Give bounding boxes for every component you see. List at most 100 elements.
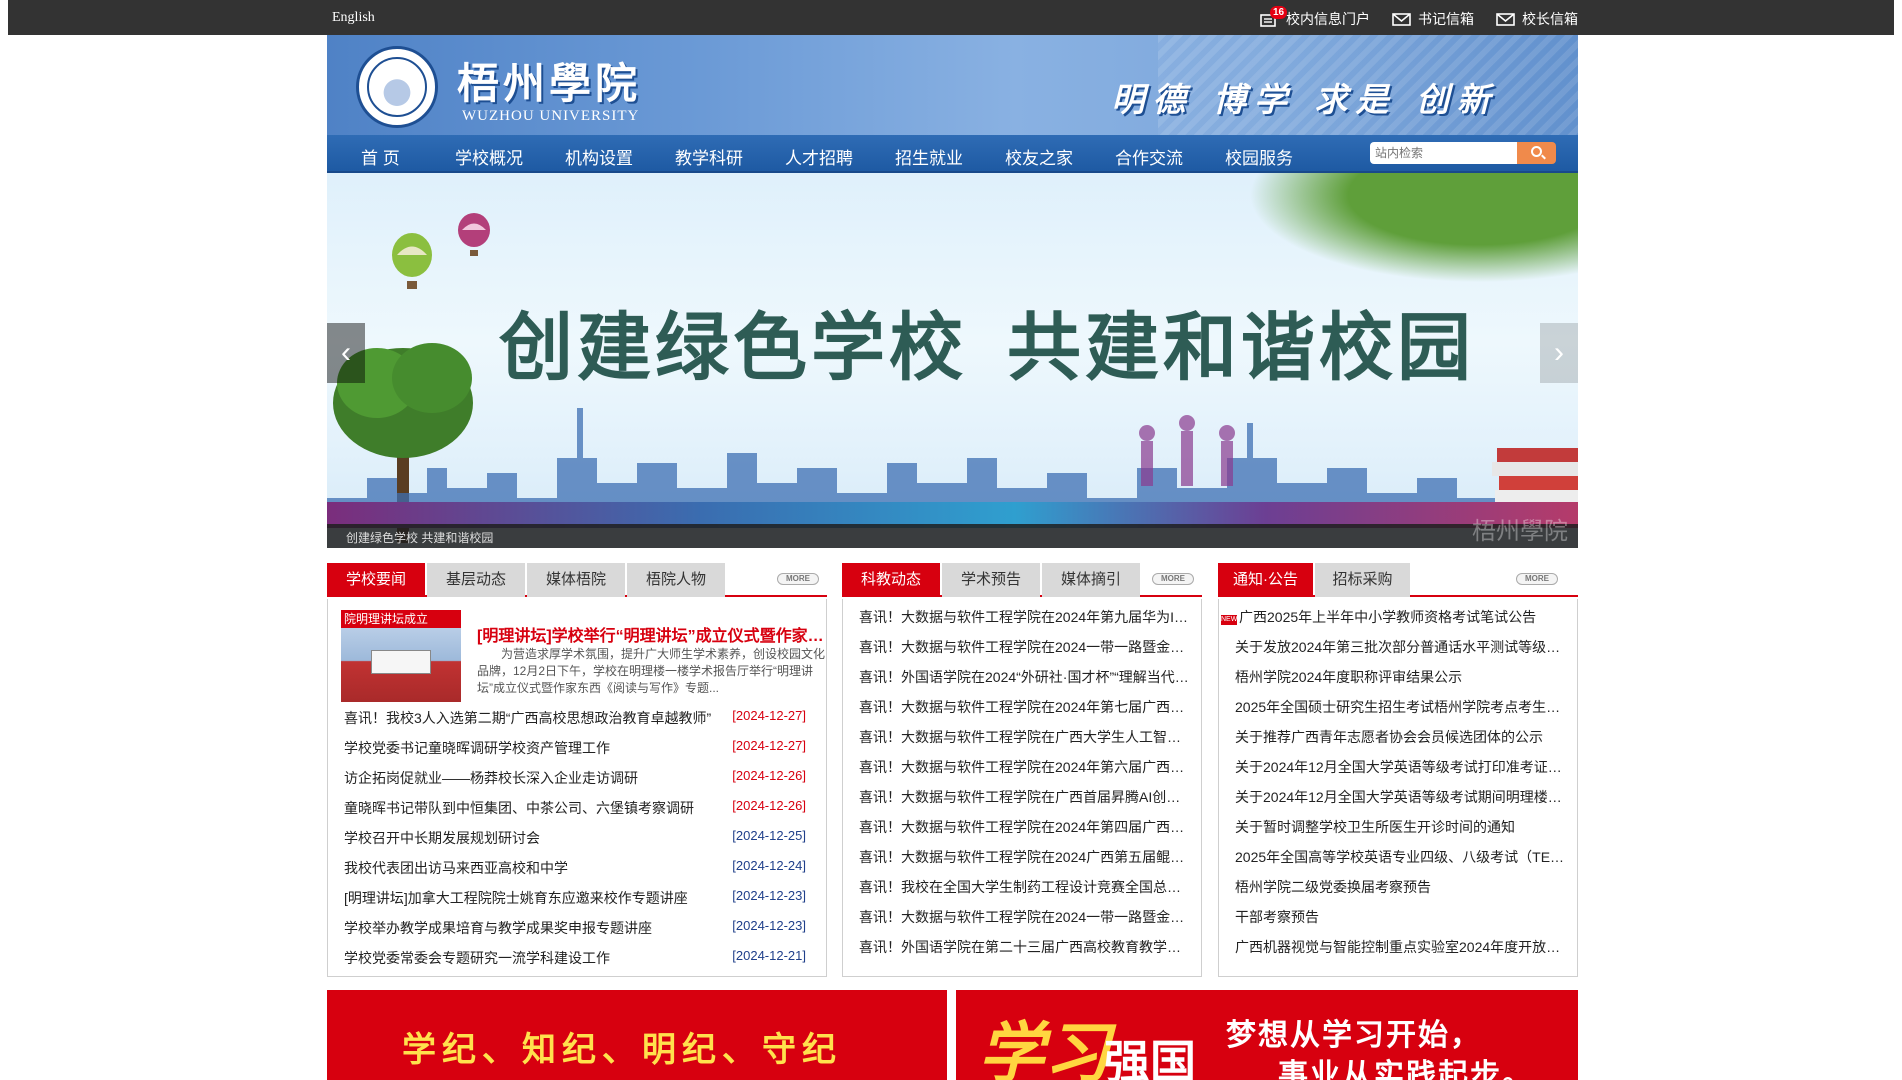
notice-item[interactable]: 梧州学院2024年度职称评审结果公示	[1235, 667, 1573, 689]
research-item[interactable]: 喜讯！我校在全国大学生制药工程设计竞赛全国总决赛中获奖	[859, 877, 1194, 899]
research-item[interactable]: 喜讯！大数据与软件工程学院在2024年第七届广西大学生程序设计竞赛中获奖	[859, 697, 1194, 719]
carousel-prev-button[interactable]: ‹	[327, 323, 365, 383]
nav-item-recruitment[interactable]: 人才招聘	[785, 144, 853, 169]
research-item[interactable]: 喜讯！大数据与软件工程学院在广西大学生人工智能设计大赛中获奖	[859, 727, 1194, 749]
nav-item-admissions[interactable]: 招生就业	[895, 144, 963, 169]
research-item-title[interactable]: 喜讯！大数据与软件工程学院在2024一带一路暨金砖国家技能发展与技术创新大赛中获…	[859, 637, 1194, 657]
tab-grassroots-news[interactable]: 基层动态	[427, 563, 525, 597]
news-item-title[interactable]: 学校党委书记童晓晖调研学校资产管理工作	[344, 738, 729, 758]
research-item[interactable]: 喜讯！大数据与软件工程学院在2024年第四届广西大学生信息安全竞赛中获奖	[859, 817, 1194, 839]
research-item[interactable]: 喜讯！外国语学院在2024“外研社·国才杯”“理解当代中国”全国大学生外语能力大…	[859, 667, 1194, 689]
research-item[interactable]: 喜讯！大数据与软件工程学院在2024广西第五届鲲鹏应用创新大赛中获奖	[859, 847, 1194, 869]
research-news-more-button[interactable]: MORE	[1152, 573, 1194, 585]
nav-item-teaching-research[interactable]: 教学科研	[675, 144, 743, 169]
english-link[interactable]: English	[332, 10, 375, 26]
site-search-input[interactable]	[1370, 142, 1520, 164]
news-item-title[interactable]: 学校举办教学成果培育与教学成果奖申报专题讲座	[344, 918, 729, 938]
research-item-title[interactable]: 喜讯！大数据与软件工程学院在2024年第六届广西大学生程序设计竞赛中获奖	[859, 757, 1194, 777]
study-strong-nation-banner[interactable]: 学习 强国 梦想从学习开始， 事业从实践起步。	[956, 990, 1578, 1080]
news-item-title[interactable]: [明理讲坛]加拿大工程院院士姚育东应邀来校作专题讲座	[344, 888, 729, 908]
nav-item-alumni[interactable]: 校友之家	[1005, 144, 1073, 169]
news-item[interactable]: 学校党委常委会专题研究一流学科建设工作 [2024-12-21]	[344, 948, 806, 970]
tab-people[interactable]: 梧院人物	[627, 563, 725, 597]
president-mailbox-link[interactable]: 校长信箱	[1496, 9, 1578, 29]
research-item[interactable]: 喜讯！大数据与软件工程学院在2024年第九届华为ICT大赛中国总决赛中获奖	[859, 607, 1194, 629]
notice-item[interactable]: 梧州学院二级党委换届考察预告	[1235, 877, 1573, 899]
research-item-title[interactable]: 喜讯！大数据与软件工程学院在广西大学生人工智能设计大赛中获奖	[859, 727, 1194, 747]
notice-item[interactable]: 干部考察预告	[1235, 907, 1573, 929]
research-item[interactable]: 喜讯！大数据与软件工程学院在2024一带一路暨金砖国家技能发展与技术创新大赛中获…	[859, 907, 1194, 929]
nav-item-home[interactable]: 首 页	[361, 144, 400, 169]
featured-news[interactable]: 院明理讲坛成立 [明理讲坛]学校举行“明理讲坛”成立仪式暨作家东西《阅读与写作》…	[341, 610, 831, 705]
notice-item-title[interactable]: 梧州学院2024年度职称评审结果公示	[1235, 667, 1573, 687]
tab-media-excerpts[interactable]: 媒体摘引	[1042, 563, 1140, 597]
notice-item[interactable]: NEW 广西2025年上半年中小学教师资格考试笔试公告	[1221, 607, 1573, 629]
research-item-title[interactable]: 喜讯！大数据与软件工程学院在2024年第四届广西大学生信息安全竞赛中获奖	[859, 817, 1194, 837]
news-item-title[interactable]: 学校召开中长期发展规划研讨会	[344, 828, 729, 848]
notice-item-title[interactable]: 关于2024年12月全国大学英语等级考试期间明理楼封闭的通知	[1235, 787, 1573, 807]
research-item[interactable]: 喜讯！大数据与软件工程学院在广西首届昇腾AI创新大赛中获奖	[859, 787, 1194, 809]
notice-item[interactable]: 关于暂时调整学校卫生所医生开诊时间的通知	[1235, 817, 1573, 839]
discipline-education-banner[interactable]: 学纪、知纪、明纪、守纪	[327, 990, 947, 1080]
notice-item-title[interactable]: 关于暂时调整学校卫生所医生开诊时间的通知	[1235, 817, 1573, 837]
research-item-title[interactable]: 喜讯！我校在全国大学生制药工程设计竞赛全国总决赛中获奖	[859, 877, 1194, 897]
research-item[interactable]: 喜讯！大数据与软件工程学院在2024一带一路暨金砖国家技能发展与技术创新大赛中获…	[859, 637, 1194, 659]
research-item-title[interactable]: 喜讯！外国语学院在2024“外研社·国才杯”“理解当代中国”全国大学生外语能力大…	[859, 667, 1194, 687]
news-item[interactable]: 童晓晖书记带队到中恒集团、中茶公司、六堡镇考察调研 [2024-12-26]	[344, 798, 806, 820]
notice-item[interactable]: 2025年全国高等学校英语专业四级、八级考试（TEM）报名通知	[1235, 847, 1573, 869]
news-item[interactable]: 我校代表团出访马来西亚高校和中学 [2024-12-24]	[344, 858, 806, 880]
notice-item-title[interactable]: 关于推荐广西青年志愿者协会会员候选团体的公示	[1235, 727, 1573, 747]
research-item[interactable]: 喜讯！外国语学院在第二十三届广西高校教育教学信息化大赛中获奖	[859, 937, 1194, 959]
notice-item-title[interactable]: 干部考察预告	[1235, 907, 1573, 927]
research-item-title[interactable]: 喜讯！大数据与软件工程学院在2024一带一路暨金砖国家技能发展与技术创新大赛中获…	[859, 907, 1194, 927]
secretary-mailbox-link[interactable]: 书记信箱	[1392, 9, 1474, 29]
tab-school-news[interactable]: 学校要闻	[327, 563, 425, 597]
tab-academic-preview[interactable]: 学术预告	[942, 563, 1040, 597]
notice-item[interactable]: 广西机器视觉与智能控制重点实验室2024年度开放课题立项公示	[1235, 937, 1573, 959]
notice-more-button[interactable]: MORE	[1516, 573, 1558, 585]
notice-item-title[interactable]: 梧州学院二级党委换届考察预告	[1235, 877, 1573, 897]
notice-item-title[interactable]: 广西2025年上半年中小学教师资格考试笔试公告	[1239, 609, 1536, 625]
research-item-title[interactable]: 喜讯！大数据与软件工程学院在2024年第九届华为ICT大赛中国总决赛中获奖	[859, 607, 1194, 627]
notice-item-title[interactable]: 2025年全国高等学校英语专业四级、八级考试（TEM）报名通知	[1235, 847, 1573, 867]
news-item-title[interactable]: 我校代表团出访马来西亚高校和中学	[344, 858, 729, 878]
notice-item[interactable]: 关于2024年12月全国大学英语等级考试打印准考证的通知	[1235, 757, 1573, 779]
news-item[interactable]: 学校召开中长期发展规划研讨会 [2024-12-25]	[344, 828, 806, 850]
notice-item-title[interactable]: 关于发放2024年第三批次部分普通话水平测试等级证书的通知	[1235, 637, 1573, 657]
nav-item-departments[interactable]: 机构设置	[565, 144, 633, 169]
nav-item-about[interactable]: 学校概况	[455, 144, 523, 169]
research-item-title[interactable]: 喜讯！大数据与软件工程学院在2024广西第五届鲲鹏应用创新大赛中获奖	[859, 847, 1194, 867]
notice-item[interactable]: 关于推荐广西青年志愿者协会会员候选团体的公示	[1235, 727, 1573, 749]
news-item[interactable]: 学校党委书记童晓晖调研学校资产管理工作 [2024-12-27]	[344, 738, 806, 760]
news-item[interactable]: 学校举办教学成果培育与教学成果奖申报专题讲座 [2024-12-23]	[344, 918, 806, 940]
info-portal-link[interactable]: 16 校内信息门户	[1260, 5, 1370, 29]
news-item-title[interactable]: 喜讯！我校3人入选第二期“广西高校思想政治教育卓越教师”	[344, 708, 729, 728]
tab-research-news[interactable]: 科教动态	[842, 563, 940, 597]
news-item[interactable]: 访企拓岗促就业——杨莽校长深入企业走访调研 [2024-12-26]	[344, 768, 806, 790]
news-item[interactable]: [明理讲坛]加拿大工程院院士姚育东应邀来校作专题讲座 [2024-12-23]	[344, 888, 806, 910]
research-item-title[interactable]: 喜讯！大数据与软件工程学院在2024年第七届广西大学生程序设计竞赛中获奖	[859, 697, 1194, 717]
notice-item-title[interactable]: 关于2024年12月全国大学英语等级考试打印准考证的通知	[1235, 757, 1573, 777]
tab-notices[interactable]: 通知·公告	[1218, 563, 1313, 597]
university-seal-logo[interactable]	[356, 46, 438, 128]
notice-item[interactable]: 关于发放2024年第三批次部分普通话水平测试等级证书的通知	[1235, 637, 1573, 659]
news-item-title[interactable]: 童晓晖书记带队到中恒集团、中茶公司、六堡镇考察调研	[344, 798, 729, 818]
news-item[interactable]: 喜讯！我校3人入选第二期“广西高校思想政治教育卓越教师” [2024-12-27]	[344, 708, 806, 730]
featured-news-image[interactable]: 院明理讲坛成立	[341, 610, 461, 702]
notice-item-title[interactable]: 广西机器视觉与智能控制重点实验室2024年度开放课题立项公示	[1235, 937, 1573, 957]
search-button[interactable]	[1517, 142, 1556, 164]
nav-item-campus-services[interactable]: 校园服务	[1225, 144, 1293, 169]
notice-item[interactable]: 2025年全国硕士研究生招生考试梧州学院考点考生须知	[1235, 697, 1573, 719]
research-item-title[interactable]: 喜讯！大数据与软件工程学院在广西首届昇腾AI创新大赛中获奖	[859, 787, 1194, 807]
featured-news-title[interactable]: [明理讲坛]学校举行“明理讲坛”成立仪式暨作家东西《阅读与写作》专题讲座	[477, 622, 829, 646]
news-item-title[interactable]: 访企拓岗促就业——杨莽校长深入企业走访调研	[344, 768, 729, 788]
notice-item[interactable]: 关于2024年12月全国大学英语等级考试期间明理楼封闭的通知	[1235, 787, 1573, 809]
research-item-title[interactable]: 喜讯！外国语学院在第二十三届广西高校教育教学信息化大赛中获奖	[859, 937, 1194, 957]
tab-media-coverage[interactable]: 媒体梧院	[527, 563, 625, 597]
nav-item-cooperation[interactable]: 合作交流	[1115, 144, 1183, 169]
research-item[interactable]: 喜讯！大数据与软件工程学院在2024年第六届广西大学生程序设计竞赛中获奖	[859, 757, 1194, 779]
notice-item-title[interactable]: 2025年全国硕士研究生招生考试梧州学院考点考生须知	[1235, 697, 1573, 717]
news-item-title[interactable]: 学校党委常委会专题研究一流学科建设工作	[344, 948, 729, 968]
carousel-next-button[interactable]: ›	[1540, 323, 1578, 383]
tab-procurement[interactable]: 招标采购	[1315, 563, 1410, 597]
